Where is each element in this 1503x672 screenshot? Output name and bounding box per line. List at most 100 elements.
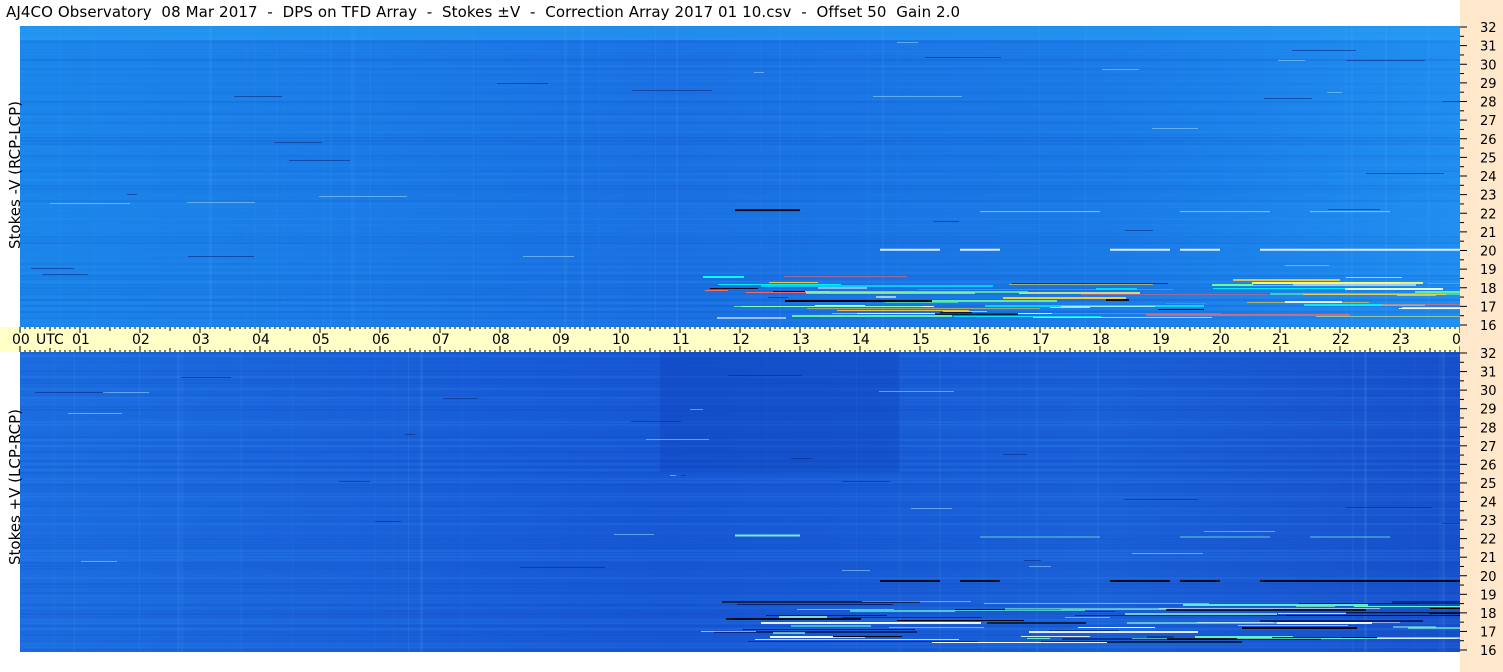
time-column [939,352,941,652]
rfi-dash [35,392,109,393]
freq-tick-label: 21 [1480,226,1497,241]
rfi-dash [1327,92,1342,93]
time-column [1345,26,1347,327]
interference-streak [1158,309,1204,310]
interference-streak [1021,636,1090,637]
interference-streak [1065,617,1110,618]
interference-streak [818,287,867,289]
time-tick-label: 01 [72,332,90,348]
interference-streak [748,641,978,642]
time-column [369,26,371,327]
time-column [760,26,761,327]
interference-streak [1346,612,1460,614]
frequency-band [20,224,1460,226]
interference-streak [1166,303,1206,304]
freq-tick-label: 29 [1480,403,1497,418]
rfi-dash [879,391,954,392]
rfi-dash [791,458,812,459]
rfi-dash [1366,173,1444,174]
interference-streak [1029,631,1198,633]
interference-streak [1061,306,1155,307]
interference-streak [1277,622,1372,624]
frequency-band [20,236,1460,238]
time-tick-label: 22 [1332,332,1350,348]
interference-streak [1354,606,1460,607]
time-column [1427,26,1430,327]
time-tick-label: 07 [432,332,450,348]
interference-streak [1345,288,1443,290]
time-column [581,26,584,327]
interference-streak [1238,625,1348,626]
interference-streak [837,310,969,311]
rfi-dash [181,377,231,378]
frequency-band [20,302,1460,304]
time-column [1385,26,1387,327]
rfi-dash [1204,531,1275,532]
rfi-dash [754,72,764,73]
interference-streak [832,313,939,314]
bottom-panel-ylabel: Stokes +V (LCP-RCP) [6,409,24,565]
interference-streak [1106,299,1129,301]
rfi-line [980,211,1100,213]
interference-streak [954,316,1101,317]
frequency-band [20,233,1460,235]
interference-streak [710,288,758,289]
time-column [882,26,884,327]
upper-band [20,26,1460,40]
frequency-band [20,68,1460,70]
time-column [1020,352,1021,652]
interference-streak [726,618,861,620]
frequency-band [20,227,1460,229]
interference-streak [791,625,871,627]
interference-streak [1285,301,1342,303]
frequency-band [20,191,1460,193]
interference-streak [1003,297,1126,299]
interference-streak [1286,615,1460,616]
rfi-dash [375,521,401,522]
frequency-band [20,197,1460,199]
time-column [235,352,236,652]
freq-tick-label: 18 [1480,607,1497,622]
frequency-band [20,143,1460,145]
interference-streak [785,300,932,302]
time-column [1221,352,1222,652]
time-column [1142,352,1143,652]
frequency-band [20,137,1460,139]
freq-tick-label: 28 [1480,96,1497,111]
spectrogram-top-svg [20,26,1491,327]
rfi-line [1260,248,1460,251]
frequency-band [20,164,1460,166]
time-column [292,352,294,652]
time-column [209,26,212,327]
time-column [245,26,247,327]
frequency-band [20,221,1460,223]
frequency-band [20,65,1460,67]
time-tick-label: 00 [12,332,30,348]
time-column [276,26,278,327]
time-column [139,352,140,652]
freq-tick-label: 16 [1480,644,1497,659]
rfi-dash [1346,60,1425,61]
time-column [723,352,724,652]
frequency-band [20,176,1460,178]
freq-tick-label: 20 [1480,245,1497,260]
time-tick-label: 10 [612,332,630,348]
interference-streak [1415,291,1460,293]
interference-streak [1242,627,1357,629]
frequency-band [20,155,1460,157]
interference-streak [761,622,981,624]
freq-tick-label: 32 [1480,21,1497,36]
frequency-band [20,269,1460,271]
rfi-line [1180,248,1220,251]
rfi-dash [934,221,959,222]
frequency-band [20,185,1460,187]
frequency-band [20,104,1460,106]
rfi-dash [897,42,918,43]
frequency-band [20,308,1460,310]
rfi-dash [188,256,254,257]
time-column [1175,26,1177,327]
frequency-band [20,299,1460,301]
interference-streak [1244,285,1416,286]
frequency-band [20,263,1460,265]
frequency-band [20,74,1460,76]
